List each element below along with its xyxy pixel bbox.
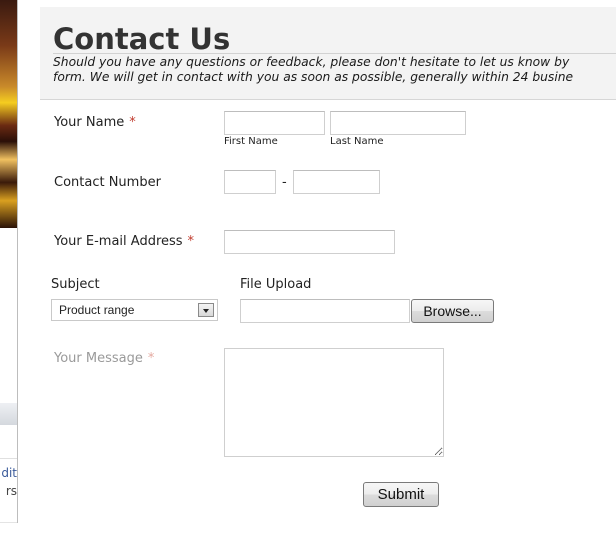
phone-number-input[interactable]	[293, 170, 380, 194]
message-label-text: Your Message	[54, 351, 143, 366]
subject-label: Subject	[51, 277, 100, 292]
sidebar-text-fragment: rs	[5, 484, 17, 498]
file-upload-label: File Upload	[240, 277, 312, 292]
last-name-input[interactable]	[330, 111, 466, 135]
contact-number-label: Contact Number	[54, 175, 161, 190]
sidebar-border	[17, 0, 18, 523]
email-label-text: Your E-mail Address	[54, 234, 183, 249]
subject-selected-value: Product range	[59, 303, 135, 317]
intro-text: Should you have any questions or feedbac…	[53, 55, 616, 85]
title-divider	[53, 53, 616, 54]
email-input[interactable]	[224, 230, 395, 254]
sidebar-bottom-divider	[0, 522, 17, 523]
name-label-text: Your Name	[54, 115, 125, 130]
page-header: Contact Us Should you have any questions…	[40, 7, 616, 100]
required-marker: *	[147, 351, 155, 366]
subject-select[interactable]: Product range	[51, 299, 218, 321]
email-label: Your E-mail Address *	[54, 234, 194, 249]
last-name-sublabel: Last Name	[330, 136, 384, 147]
first-name-sublabel: First Name	[224, 136, 278, 147]
phone-separator: -	[282, 175, 287, 190]
required-marker: *	[129, 115, 136, 130]
sidebar-band	[0, 403, 17, 425]
sidebar-divider	[0, 458, 17, 459]
sidebar-photo	[0, 0, 18, 228]
file-path-input[interactable]	[240, 299, 410, 323]
required-marker: *	[187, 234, 195, 249]
page-title: Contact Us	[53, 22, 231, 56]
message-textarea[interactable]	[224, 348, 444, 457]
submit-button[interactable]: Submit	[363, 482, 439, 507]
browse-button[interactable]: Browse...	[411, 299, 494, 323]
intro-line-1: Should you have any questions or feedbac…	[53, 55, 570, 69]
sidebar-link-fragment[interactable]: dit	[0, 466, 17, 480]
chevron-down-icon[interactable]	[198, 303, 214, 317]
area-code-input[interactable]	[224, 170, 276, 194]
intro-line-2: form. We will get in contact with you as…	[53, 70, 574, 84]
first-name-input[interactable]	[224, 111, 325, 135]
message-label: Your Message *	[54, 351, 154, 366]
name-label: Your Name *	[54, 115, 136, 130]
